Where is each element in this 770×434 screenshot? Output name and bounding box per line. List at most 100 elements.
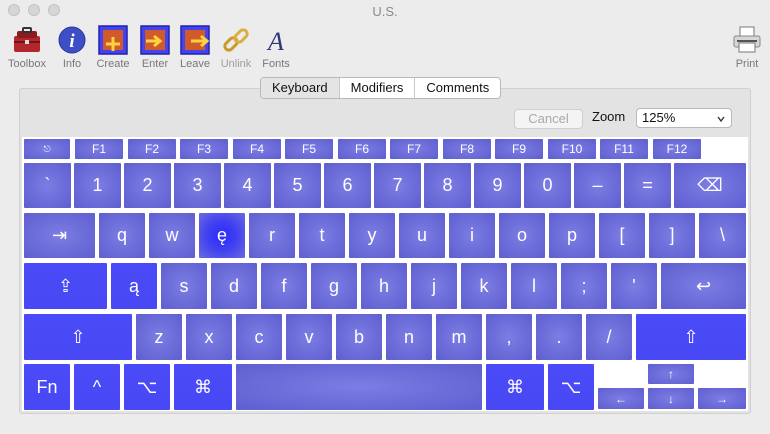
view-tabs: Keyboard Modifiers Comments — [260, 77, 502, 99]
key-s[interactable]: s — [161, 263, 207, 309]
key-g[interactable]: g — [311, 263, 357, 309]
key-v[interactable]: v — [286, 314, 332, 360]
key-space[interactable] — [236, 364, 482, 410]
key-2[interactable]: 2 — [124, 163, 171, 208]
key-tab[interactable]: ⇥ — [24, 213, 95, 258]
key-m[interactable]: m — [436, 314, 482, 360]
key-right-command[interactable]: ⌘ — [486, 364, 544, 410]
key-y[interactable]: y — [349, 213, 395, 258]
key-a[interactable]: ą — [111, 263, 157, 309]
key-f6[interactable]: F6 — [338, 139, 386, 159]
fonts-button[interactable]: A Fonts — [253, 24, 299, 70]
key-escape[interactable]: ⎋ — [24, 139, 70, 159]
key-i[interactable]: i — [449, 213, 495, 258]
key-u[interactable]: u — [399, 213, 445, 258]
fonts-label: Fonts — [262, 58, 290, 70]
key-n[interactable]: n — [386, 314, 432, 360]
key-3[interactable]: 3 — [174, 163, 221, 208]
key-q[interactable]: q — [99, 213, 145, 258]
key-left-command[interactable]: ⌘ — [174, 364, 232, 410]
key-6[interactable]: 6 — [324, 163, 371, 208]
key-quote[interactable]: ' — [611, 263, 657, 309]
leave-button[interactable]: Leave — [172, 24, 218, 70]
key-f1[interactable]: F1 — [75, 139, 123, 159]
zoom-select[interactable]: 125% — [636, 108, 732, 128]
info-button[interactable]: i Info — [49, 24, 95, 70]
create-dead-key-icon — [97, 24, 129, 56]
key-backslash[interactable]: \ — [699, 213, 746, 258]
key-f12[interactable]: F12 — [653, 139, 701, 159]
key-e[interactable]: ę — [199, 213, 245, 258]
info-label: Info — [62, 58, 82, 70]
key-f3[interactable]: F3 — [180, 139, 228, 159]
key-f9[interactable]: F9 — [495, 139, 543, 159]
key-delete[interactable]: ⌫ — [674, 163, 746, 208]
key-equal[interactable]: = — [624, 163, 671, 208]
key-8[interactable]: 8 — [424, 163, 471, 208]
key-arrow-right[interactable]: → — [698, 388, 746, 409]
key-j[interactable]: j — [411, 263, 457, 309]
tab-modifiers[interactable]: Modifiers — [340, 78, 416, 98]
key-h[interactable]: h — [361, 263, 407, 309]
key-z[interactable]: z — [136, 314, 182, 360]
keyboard: ⎋ F1 F2 F3 F4 F5 F6 F7 F8 F9 F10 F11 F12… — [22, 137, 748, 411]
key-left-option[interactable]: ⌥ — [124, 364, 170, 410]
key-left-shift[interactable]: ⇧ — [24, 314, 132, 360]
key-control[interactable]: ^ — [74, 364, 120, 410]
key-7[interactable]: 7 — [374, 163, 421, 208]
unlink-chain-icon — [220, 24, 252, 56]
key-grave[interactable]: ` — [24, 163, 71, 208]
key-f4[interactable]: F4 — [233, 139, 281, 159]
key-f10[interactable]: F10 — [548, 139, 596, 159]
key-left-bracket[interactable]: [ — [599, 213, 645, 258]
key-caps-lock[interactable]: ⇪ — [24, 263, 107, 309]
key-4[interactable]: 4 — [224, 163, 271, 208]
key-comma[interactable]: , — [486, 314, 532, 360]
tab-comments[interactable]: Comments — [415, 78, 500, 98]
key-arrow-up[interactable]: ↑ — [648, 364, 694, 384]
key-9[interactable]: 9 — [474, 163, 521, 208]
key-5[interactable]: 5 — [274, 163, 321, 208]
key-k[interactable]: k — [461, 263, 507, 309]
key-x[interactable]: x — [186, 314, 232, 360]
key-c[interactable]: c — [236, 314, 282, 360]
toolbox-label: Toolbox — [8, 58, 46, 70]
toolbox-button[interactable]: Toolbox — [4, 24, 50, 70]
key-f5[interactable]: F5 — [285, 139, 333, 159]
key-fn[interactable]: Fn — [24, 364, 70, 410]
key-w[interactable]: w — [149, 213, 195, 258]
key-slash[interactable]: / — [586, 314, 632, 360]
key-arrow-left[interactable]: ← — [598, 388, 644, 409]
key-f[interactable]: f — [261, 263, 307, 309]
key-1[interactable]: 1 — [74, 163, 121, 208]
cancel-button[interactable]: Cancel — [514, 109, 583, 129]
print-button[interactable]: Print — [724, 24, 770, 70]
create-button[interactable]: Create — [90, 24, 136, 70]
key-return[interactable]: ↩ — [661, 263, 746, 309]
key-right-shift[interactable]: ⇧ — [636, 314, 746, 360]
svg-text:i: i — [69, 31, 75, 52]
key-minus[interactable]: – — [574, 163, 621, 208]
tab-keyboard[interactable]: Keyboard — [261, 78, 340, 98]
key-l[interactable]: l — [511, 263, 557, 309]
key-semicolon[interactable]: ; — [561, 263, 607, 309]
title-bar: U.S. — [0, 0, 770, 24]
key-d[interactable]: d — [211, 263, 257, 309]
key-right-bracket[interactable]: ] — [649, 213, 695, 258]
key-period[interactable]: . — [536, 314, 582, 360]
key-0[interactable]: 0 — [524, 163, 571, 208]
key-b[interactable]: b — [336, 314, 382, 360]
key-f7[interactable]: F7 — [390, 139, 438, 159]
info-icon: i — [56, 24, 88, 56]
key-right-option[interactable]: ⌥ — [548, 364, 594, 410]
enter-dead-key-icon — [139, 24, 171, 56]
key-arrow-down[interactable]: ↓ — [648, 388, 694, 409]
key-p[interactable]: p — [549, 213, 595, 258]
key-r[interactable]: r — [249, 213, 295, 258]
key-o[interactable]: o — [499, 213, 545, 258]
key-f11[interactable]: F11 — [600, 139, 648, 159]
zoom-value: 125% — [642, 110, 676, 125]
key-f8[interactable]: F8 — [443, 139, 491, 159]
key-f2[interactable]: F2 — [128, 139, 176, 159]
key-t[interactable]: t — [299, 213, 345, 258]
